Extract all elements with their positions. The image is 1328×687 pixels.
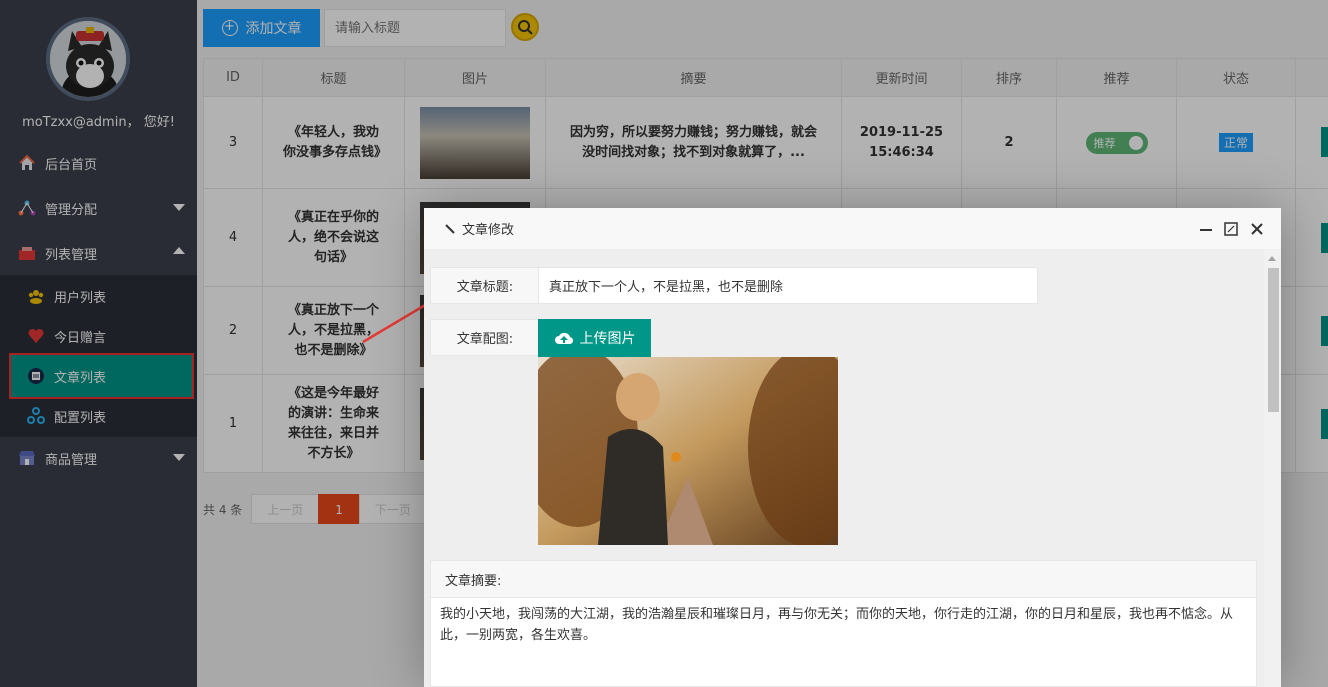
image-preview bbox=[538, 357, 838, 545]
edit-article-dialog: 文章修改 文章标题: 真正放下一个人，不是拉黑，也不是删除 文章配图: 上传图片 bbox=[424, 208, 1281, 687]
pencil-icon bbox=[445, 223, 455, 234]
scroll-thumb[interactable] bbox=[1268, 268, 1279, 412]
minimize-icon[interactable] bbox=[1199, 222, 1213, 236]
dialog-title: 文章修改 bbox=[462, 223, 515, 238]
scroll-up-icon[interactable] bbox=[1268, 256, 1276, 261]
title-label: 文章标题: bbox=[430, 267, 540, 304]
summary-label: 文章摘要: bbox=[431, 561, 1256, 598]
summary-textarea[interactable]: 我的小天地，我闯荡的大江湖，我的浩瀚星辰和璀璨日月，再与你无关；而你的天地，你行… bbox=[431, 598, 1256, 652]
upload-image-button[interactable]: 上传图片 bbox=[538, 319, 651, 357]
dialog-scrollbar[interactable] bbox=[1264, 250, 1281, 687]
image-label: 文章配图: bbox=[430, 319, 540, 356]
cloud-upload-icon bbox=[554, 332, 573, 345]
close-icon[interactable] bbox=[1250, 222, 1264, 236]
summary-section: 文章摘要: 我的小天地，我闯荡的大江湖，我的浩瀚星辰和璀璨日月，再与你无关；而你… bbox=[430, 560, 1257, 687]
maximize-icon[interactable] bbox=[1224, 222, 1238, 236]
dialog-body: 文章标题: 真正放下一个人，不是拉黑，也不是删除 文章配图: 上传图片 文章摘要… bbox=[424, 250, 1281, 687]
title-input[interactable]: 真正放下一个人，不是拉黑，也不是删除 bbox=[538, 267, 1038, 304]
dialog-header: 文章修改 bbox=[424, 208, 1281, 250]
